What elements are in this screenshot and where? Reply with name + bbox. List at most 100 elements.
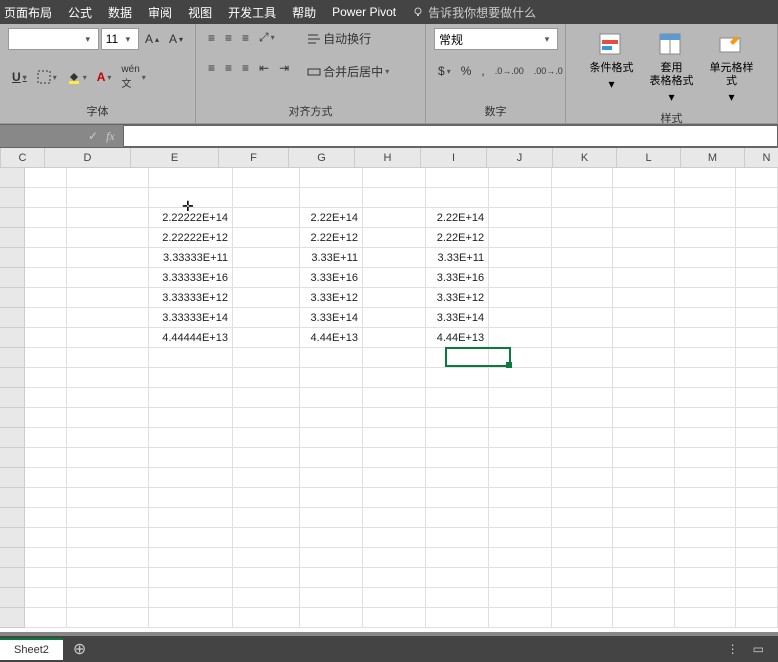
cell[interactable] [149,568,233,588]
cell[interactable] [426,568,489,588]
cell[interactable] [552,328,613,348]
cell-styles-button[interactable]: 单元格样式▾ [704,28,760,108]
cell[interactable]: 3.33E+16 [300,268,363,288]
cell[interactable] [300,528,363,548]
cell[interactable] [489,188,552,208]
cell[interactable] [25,428,67,448]
cell[interactable] [426,168,489,188]
cell[interactable] [149,528,233,548]
cell[interactable] [300,548,363,568]
cell[interactable] [426,508,489,528]
decrease-indent-button[interactable]: ⇤ [255,59,273,77]
cell[interactable] [426,488,489,508]
cell[interactable] [363,368,426,388]
cell[interactable] [25,328,67,348]
cell[interactable] [25,188,67,208]
cell[interactable] [426,388,489,408]
cell[interactable] [736,348,778,368]
cell[interactable] [552,548,613,568]
cell[interactable] [233,568,300,588]
cell[interactable] [363,288,426,308]
cell[interactable] [233,348,300,368]
cell[interactable] [736,268,778,288]
cell[interactable] [675,488,736,508]
cell[interactable] [552,368,613,388]
row-header[interactable] [0,388,25,408]
cell[interactable] [67,248,149,268]
row-header[interactable] [0,208,25,228]
cell[interactable] [489,228,552,248]
align-middle-button[interactable]: ≡ [221,28,236,47]
cell[interactable] [233,608,300,628]
cell[interactable] [489,248,552,268]
cell[interactable] [363,508,426,528]
cell[interactable] [613,548,674,568]
cell[interactable] [149,408,233,428]
row-header[interactable] [0,248,25,268]
col-header-G[interactable]: G [289,148,355,167]
cell[interactable] [613,388,674,408]
menu-pagelayout[interactable]: 页面布局 [4,4,52,21]
view-options-icon[interactable]: ▭ [753,642,764,656]
menu-formulas[interactable]: 公式 [68,4,92,21]
cell[interactable] [25,568,67,588]
cell[interactable] [552,528,613,548]
row-header[interactable] [0,268,25,288]
cell[interactable] [552,308,613,328]
menu-view[interactable]: 视图 [188,4,212,21]
cell[interactable] [675,188,736,208]
cell[interactable] [233,528,300,548]
cell[interactable] [489,608,552,628]
cell[interactable] [426,448,489,468]
cell[interactable] [489,348,552,368]
cell[interactable]: 3.33E+16 [426,268,489,288]
cell[interactable] [25,448,67,468]
tell-me-search[interactable]: 告诉我你想要做什么 [412,4,536,21]
cell[interactable] [300,448,363,468]
cell[interactable]: 3.33333E+14 [149,308,233,328]
cell[interactable]: 3.33333E+16 [149,268,233,288]
cell[interactable] [25,228,67,248]
cell[interactable] [149,588,233,608]
cell[interactable]: 3.33E+11 [426,248,489,268]
cell[interactable] [489,588,552,608]
cell[interactable] [489,468,552,488]
cell[interactable] [25,608,67,628]
cell[interactable]: 4.44444E+13 [149,328,233,348]
cell[interactable] [233,588,300,608]
cell[interactable] [363,308,426,328]
cell[interactable] [300,388,363,408]
cell[interactable]: 2.22E+12 [426,228,489,248]
cell[interactable] [67,388,149,408]
cell[interactable] [363,428,426,448]
cell[interactable]: 2.22222E+14 [149,208,233,228]
menu-review[interactable]: 审阅 [148,4,172,21]
row-header[interactable] [0,228,25,248]
cell[interactable] [149,508,233,528]
cell[interactable] [736,448,778,468]
cell[interactable] [736,248,778,268]
fx-button[interactable]: fx [106,129,115,144]
cell[interactable] [613,508,674,528]
cell[interactable] [233,388,300,408]
cell[interactable] [25,388,67,408]
cell[interactable] [67,528,149,548]
comma-button[interactable]: , [477,62,488,80]
sheet-tab[interactable]: Sheet2 [0,638,63,660]
cell[interactable] [67,348,149,368]
cell[interactable] [613,608,674,628]
cell[interactable] [25,468,67,488]
cell[interactable] [426,188,489,208]
cell[interactable] [675,548,736,568]
row-header[interactable] [0,188,25,208]
cell[interactable] [552,428,613,448]
cell[interactable] [489,368,552,388]
cell[interactable] [233,288,300,308]
phonetic-button[interactable]: wén文▾ [117,62,149,92]
cell[interactable] [426,428,489,448]
cell[interactable] [67,468,149,488]
cell[interactable] [426,548,489,568]
cell[interactable] [736,508,778,528]
cell[interactable] [613,328,674,348]
cell[interactable] [363,188,426,208]
